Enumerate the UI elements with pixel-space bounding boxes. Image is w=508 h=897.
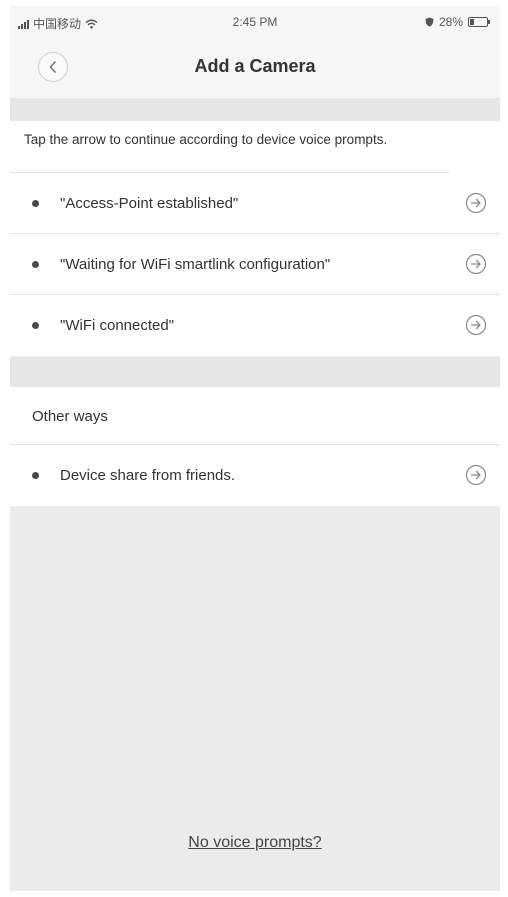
battery-percent: 28% — [438, 15, 463, 29]
bullet-icon — [32, 322, 39, 329]
status-right: 28% — [425, 15, 490, 29]
bullet-icon — [32, 472, 39, 479]
prompt-row-wifi-connected[interactable]: "WiFi connected" — [10, 295, 500, 356]
section-gap — [10, 357, 500, 387]
arrow-right-circle-icon[interactable] — [465, 192, 487, 214]
screen: 中国移动 2:45 PM 28% Add a Camera Tap the ar… — [10, 6, 500, 891]
shield-icon — [425, 17, 434, 27]
prompt-label: "Access-Point established" — [60, 195, 239, 212]
voice-prompt-section: Tap the arrow to continue according to d… — [10, 121, 500, 356]
empty-area: No voice prompts? — [10, 506, 500, 891]
bullet-icon — [32, 261, 39, 268]
other-ways-label: Other ways — [32, 408, 108, 425]
other-ways-section: Other ways Device share from friends. — [10, 387, 500, 506]
section-gap — [10, 98, 500, 121]
prompt-row-access-point[interactable]: "Access-Point established" — [10, 173, 500, 234]
other-way-label: Device share from friends. — [60, 467, 236, 484]
arrow-right-circle-icon[interactable] — [465, 464, 487, 486]
arrow-right-circle-icon[interactable] — [465, 314, 487, 336]
prompt-label: "WiFi connected" — [60, 317, 175, 334]
no-voice-prompts-link[interactable]: No voice prompts? — [10, 834, 500, 852]
other-ways-header: Other ways — [10, 387, 500, 445]
arrow-right-circle-icon[interactable] — [465, 253, 487, 275]
share-from-friends-row[interactable]: Device share from friends. — [10, 445, 500, 506]
bullet-icon — [32, 200, 39, 207]
battery-fill — [470, 19, 474, 25]
nav-bar: Add a Camera — [10, 36, 500, 98]
prompt-label: "Waiting for WiFi smartlink configuratio… — [60, 256, 331, 273]
battery-icon — [468, 17, 490, 27]
instruction-text: Tap the arrow to continue according to d… — [10, 121, 450, 173]
page-title: Add a Camera — [194, 56, 316, 76]
status-bar: 中国移动 2:45 PM 28% — [10, 6, 500, 36]
prompt-row-smartlink[interactable]: "Waiting for WiFi smartlink configuratio… — [10, 234, 500, 295]
